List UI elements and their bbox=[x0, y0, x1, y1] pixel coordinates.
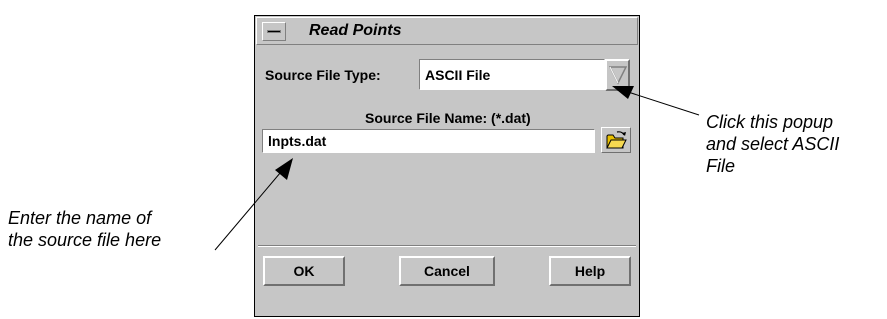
popup-arrow-line bbox=[621, 89, 700, 116]
callout-arrows bbox=[214, 86, 700, 251]
source-arrow-head bbox=[275, 158, 293, 180]
popup-arrow-head bbox=[612, 86, 634, 99]
source-arrow-line bbox=[214, 165, 287, 251]
